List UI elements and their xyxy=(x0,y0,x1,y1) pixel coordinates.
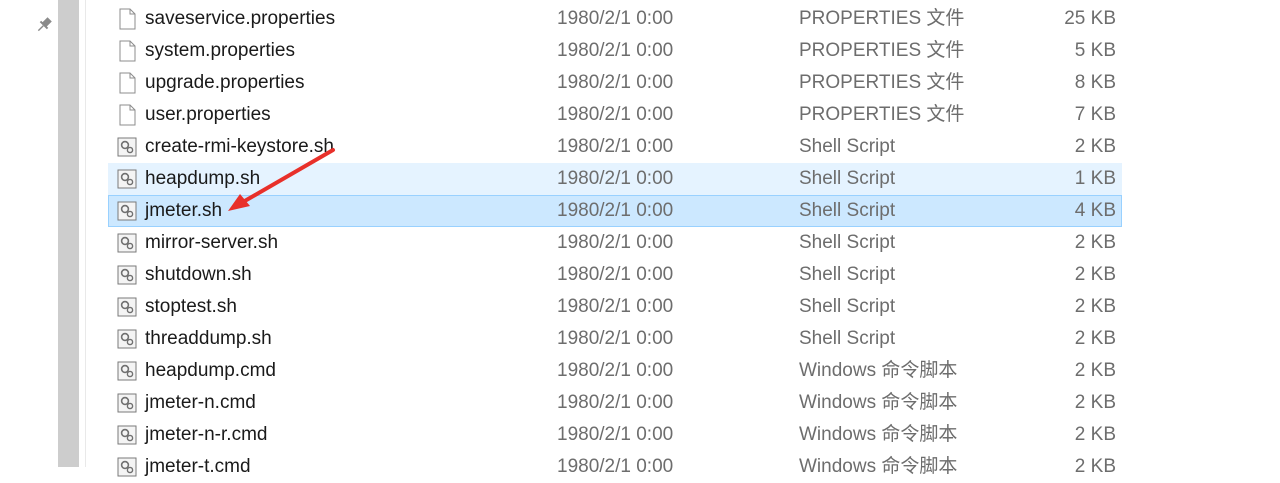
file-name[interactable]: stoptest.sh xyxy=(145,292,237,322)
file-row[interactable]: upgrade.properties 1980/2/1 0:00 PROPERTIE… xyxy=(108,67,1122,99)
file-date-modified: 1980/2/1 0:00 xyxy=(557,232,674,253)
file-size: 4 KB xyxy=(1074,200,1116,221)
file-size: 8 KB xyxy=(1074,72,1116,93)
file-row[interactable]: threaddump.sh 1980/2/1 0:00 Shell Script 2 … xyxy=(108,323,1122,355)
file-size: 2 KB xyxy=(1074,360,1116,381)
file-type: PROPERTIES 文件 xyxy=(799,104,965,125)
file-type: Shell Script xyxy=(799,232,896,253)
file-type: Windows 命令脚本 xyxy=(799,424,958,445)
document-icon xyxy=(117,104,137,126)
file-row[interactable]: jmeter-t.cmd 1980/2/1 0:00 Windows 命令脚本 2 K… xyxy=(108,451,1122,483)
script-icon xyxy=(117,296,137,318)
file-row[interactable]: saveservice.properties 1980/2/1 0:00 PROPE… xyxy=(108,3,1122,35)
file-name[interactable]: heapdump.sh xyxy=(145,164,260,194)
file-row[interactable]: jmeter-n.cmd 1980/2/1 0:00 Windows 命令脚本 2 K… xyxy=(108,387,1122,419)
file-row[interactable]: heapdump.cmd 1980/2/1 0:00 Windows 命令脚本 2 K… xyxy=(108,355,1122,387)
file-date-modified: 1980/2/1 0:00 xyxy=(557,8,674,29)
document-icon xyxy=(117,8,137,30)
script-icon xyxy=(117,456,137,478)
file-date-modified: 1980/2/1 0:00 xyxy=(557,456,674,477)
script-icon xyxy=(117,424,137,446)
file-name[interactable]: create-rmi-keystore.sh xyxy=(145,132,334,162)
file-row[interactable]: jmeter-n-r.cmd 1980/2/1 0:00 Windows 命令脚本 2… xyxy=(108,419,1122,451)
file-type: Shell Script xyxy=(799,200,896,221)
file-type: Shell Script xyxy=(799,136,896,157)
file-row[interactable]: user.properties 1980/2/1 0:00 PROPERTIES 文… xyxy=(108,99,1122,131)
file-date-modified: 1980/2/1 0:00 xyxy=(557,424,674,445)
file-size: 7 KB xyxy=(1074,104,1116,125)
file-row[interactable]: system.properties 1980/2/1 0:00 PROPERTIES… xyxy=(108,35,1122,67)
file-name[interactable]: shutdown.sh xyxy=(145,260,252,290)
script-icon xyxy=(117,328,137,350)
file-name[interactable]: jmeter.sh xyxy=(145,196,222,226)
file-date-modified: 1980/2/1 0:00 xyxy=(557,296,674,317)
script-icon xyxy=(117,392,137,414)
navigation-pane xyxy=(0,0,58,467)
file-type: Windows 命令脚本 xyxy=(799,392,958,413)
file-type: Shell Script xyxy=(799,328,896,349)
file-size: 2 KB xyxy=(1074,456,1116,477)
file-name[interactable]: threaddump.sh xyxy=(145,324,272,354)
script-icon xyxy=(117,200,137,222)
script-icon xyxy=(117,168,137,190)
file-size: 2 KB xyxy=(1074,264,1116,285)
file-row[interactable]: jmeter.sh 1980/2/1 0:00 Shell Script 4 KB xyxy=(108,195,1122,227)
document-icon xyxy=(117,72,137,94)
file-size: 2 KB xyxy=(1074,296,1116,317)
file-name[interactable]: jmeter-n.cmd xyxy=(145,388,256,418)
file-row[interactable]: stoptest.sh 1980/2/1 0:00 Shell Script 2 KB xyxy=(108,291,1122,323)
script-icon xyxy=(117,360,137,382)
file-name[interactable]: mirror-server.sh xyxy=(145,228,278,258)
file-size: 2 KB xyxy=(1074,392,1116,413)
file-date-modified: 1980/2/1 0:00 xyxy=(557,200,674,221)
file-row[interactable]: create-rmi-keystore.sh 1980/2/1 0:00 Shell… xyxy=(108,131,1122,163)
script-icon xyxy=(117,264,137,286)
file-date-modified: 1980/2/1 0:00 xyxy=(557,392,674,413)
file-size: 2 KB xyxy=(1074,328,1116,349)
file-name[interactable]: jmeter-n-r.cmd xyxy=(145,420,267,450)
file-type: Shell Script xyxy=(799,296,896,317)
file-row[interactable]: shutdown.sh 1980/2/1 0:00 Shell Script 2 KB xyxy=(108,259,1122,291)
file-row[interactable]: mirror-server.sh 1980/2/1 0:00 Shell Scrip… xyxy=(108,227,1122,259)
file-type: Shell Script xyxy=(799,168,896,189)
file-type: Windows 命令脚本 xyxy=(799,456,958,477)
nav-pane-scrollbar[interactable] xyxy=(58,0,79,467)
file-type: PROPERTIES 文件 xyxy=(799,8,965,29)
file-date-modified: 1980/2/1 0:00 xyxy=(557,136,674,157)
file-date-modified: 1980/2/1 0:00 xyxy=(557,264,674,285)
script-icon xyxy=(117,136,137,158)
file-date-modified: 1980/2/1 0:00 xyxy=(557,168,674,189)
file-date-modified: 1980/2/1 0:00 xyxy=(557,360,674,381)
file-date-modified: 1980/2/1 0:00 xyxy=(557,104,674,125)
file-size: 25 KB xyxy=(1064,8,1116,29)
file-date-modified: 1980/2/1 0:00 xyxy=(557,328,674,349)
file-name[interactable]: saveservice.properties xyxy=(145,4,335,34)
file-size: 1 KB xyxy=(1074,168,1116,189)
file-name[interactable]: heapdump.cmd xyxy=(145,356,276,386)
file-type: PROPERTIES 文件 xyxy=(799,72,965,93)
file-row[interactable]: heapdump.sh 1980/2/1 0:00 Shell Script 1 KB xyxy=(108,163,1122,195)
file-date-modified: 1980/2/1 0:00 xyxy=(557,40,674,61)
file-size: 2 KB xyxy=(1074,232,1116,253)
pane-divider[interactable] xyxy=(85,0,86,467)
document-icon xyxy=(117,40,137,62)
file-name[interactable]: system.properties xyxy=(145,36,295,66)
file-size: 5 KB xyxy=(1074,40,1116,61)
script-icon xyxy=(117,232,137,254)
file-type: PROPERTIES 文件 xyxy=(799,40,965,61)
file-name[interactable]: jmeter-t.cmd xyxy=(145,452,251,482)
file-date-modified: 1980/2/1 0:00 xyxy=(557,72,674,93)
pin-icon[interactable] xyxy=(35,16,53,34)
file-size: 2 KB xyxy=(1074,424,1116,445)
file-type: Windows 命令脚本 xyxy=(799,360,958,381)
file-size: 2 KB xyxy=(1074,136,1116,157)
file-type: Shell Script xyxy=(799,264,896,285)
file-name[interactable]: upgrade.properties xyxy=(145,68,305,98)
file-name[interactable]: user.properties xyxy=(145,100,271,130)
